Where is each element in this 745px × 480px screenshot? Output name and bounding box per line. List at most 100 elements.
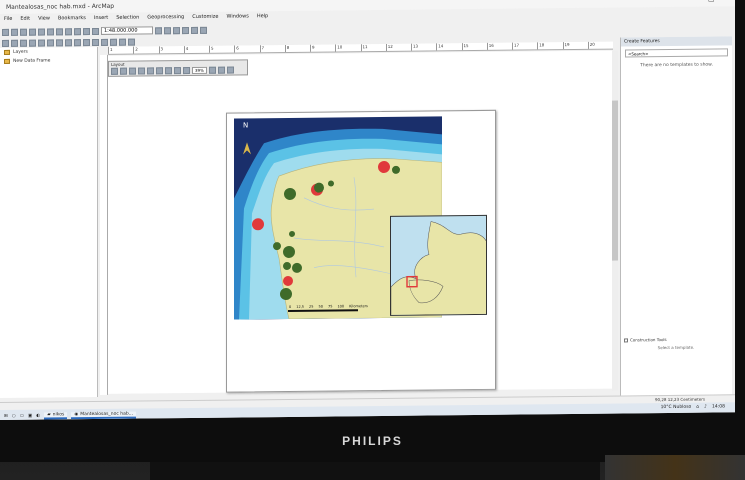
print-icon[interactable] [29, 28, 36, 36]
full-extent-icon[interactable] [29, 39, 36, 47]
search-icon[interactable] [182, 26, 189, 34]
hyperlink-icon[interactable] [128, 38, 135, 46]
construction-tools-toggle[interactable]: Construction Tools [624, 337, 667, 342]
go-forward-extent-icon[interactable] [183, 67, 190, 75]
inset-svg [390, 221, 487, 316]
cables [605, 455, 745, 480]
identify-icon[interactable] [101, 38, 108, 46]
task-view-icon[interactable]: ▭ [20, 413, 24, 418]
ruler-tick: 20 [587, 41, 613, 49]
python-icon[interactable] [200, 26, 207, 34]
inset-map-frame[interactable] [390, 214, 487, 316]
ruler-tick: 7 [259, 45, 285, 53]
fixed-zoom-out-icon[interactable] [47, 38, 54, 47]
clear-selection-icon[interactable] [83, 38, 90, 46]
add-data-icon[interactable] [92, 27, 99, 35]
layers-icon [4, 49, 10, 55]
zoom-out-icon[interactable] [11, 39, 18, 47]
zoom-in-icon[interactable] [2, 39, 9, 47]
ruler-tick: 18 [537, 42, 563, 50]
paste-icon[interactable] [56, 27, 63, 35]
catalog-icon[interactable] [173, 26, 180, 34]
ruler-tick: 19 [562, 41, 588, 50]
vertical-scrollbar[interactable] [612, 50, 618, 391]
select-elements-icon[interactable] [92, 38, 99, 46]
close-button[interactable]: ✕ [721, 0, 727, 2]
copy-icon[interactable] [47, 27, 54, 36]
template-search-dropdown[interactable]: <Search> [625, 48, 728, 58]
taskbar-app-label: nikos [52, 411, 65, 417]
menu-bookmarks[interactable]: Bookmarks [58, 15, 86, 25]
measure-icon[interactable] [119, 38, 126, 46]
fixed-zoom-out-icon[interactable] [165, 67, 172, 75]
fixed-zoom-in-icon[interactable] [38, 39, 45, 47]
menu-view[interactable]: View [38, 15, 50, 25]
arctoolbox-icon[interactable] [191, 26, 198, 34]
layout-zoom-in-icon[interactable] [111, 67, 118, 75]
menu-file[interactable]: File [4, 16, 12, 26]
fixed-zoom-in-icon[interactable] [156, 67, 163, 75]
scale-tick: 25 [309, 304, 314, 309]
select-features-icon[interactable] [74, 38, 81, 46]
volume-icon[interactable]: ♪ [704, 405, 707, 410]
taskbar-app-nikos[interactable]: ▰ nikos [44, 411, 68, 420]
zoom-whole-page-icon[interactable] [138, 67, 145, 75]
find-icon[interactable] [110, 38, 117, 46]
scale-tick: 12,5 [296, 304, 305, 309]
cut-icon[interactable] [38, 28, 45, 36]
forward-icon[interactable] [65, 38, 72, 46]
explorer-icon[interactable]: ▣ [28, 413, 32, 418]
menu-edit[interactable]: Edit [20, 16, 30, 26]
menu-help[interactable]: Help [257, 13, 268, 23]
search-icon[interactable]: ○ [12, 413, 16, 418]
network-icon[interactable]: ⌂ [696, 405, 699, 410]
editor-icon[interactable] [155, 26, 162, 34]
scrollbar-thumb[interactable] [612, 100, 618, 261]
folder-icon: ▰ [47, 411, 51, 418]
cursor-coordinates: 90,28 12,23 Centimeters [654, 396, 705, 403]
pan-icon[interactable] [20, 39, 27, 47]
menu-windows[interactable]: Windows [226, 13, 248, 23]
layout-zoom-select[interactable]: 39% [192, 66, 207, 74]
scale-tick: 100 [337, 304, 345, 309]
open-icon[interactable] [11, 28, 18, 36]
construction-tools-label: Construction Tools [630, 337, 667, 343]
ruler-tick: 15 [461, 42, 487, 51]
start-button[interactable]: ⊞ [4, 413, 8, 418]
layout-pan-icon[interactable] [129, 67, 136, 75]
menu-customize[interactable]: Customize [192, 14, 218, 24]
clock[interactable]: 14:08 [712, 404, 725, 409]
back-icon[interactable] [56, 38, 63, 46]
taskbar-app-arcmap[interactable]: ◉ Mantealosas_noc hab... [71, 411, 136, 419]
change-layout-icon[interactable] [226, 66, 234, 74]
weather-widget[interactable]: 10°C Nubloso [661, 405, 692, 410]
minimize-button[interactable]: – [695, 0, 699, 3]
go-back-extent-icon[interactable] [174, 67, 181, 75]
undo-icon[interactable] [74, 27, 81, 35]
menu-selection[interactable]: Selection [116, 15, 139, 25]
toggle-draft-icon[interactable] [208, 66, 216, 74]
scale-tick: 0 [289, 304, 292, 309]
scale-tick: 75 [327, 304, 333, 309]
delete-icon[interactable] [65, 27, 72, 35]
menu-insert[interactable]: Insert [94, 15, 108, 25]
maximize-button[interactable]: □ [708, 0, 715, 3]
inset-land [390, 221, 487, 316]
toc-item-new-data-frame[interactable]: New Data Frame [0, 56, 97, 66]
menu-geoprocessing[interactable]: Geoprocessing [147, 14, 184, 24]
map-scale-input[interactable]: 1:48.000.000 [101, 26, 153, 35]
edge-icon[interactable]: ◐ [36, 413, 40, 418]
zoom-100-icon[interactable] [147, 67, 154, 75]
ruler-tick: 4 [183, 45, 209, 54]
toc-icon[interactable] [164, 26, 171, 34]
ruler-tick: 6 [234, 45, 260, 53]
ruler-tick: 16 [486, 42, 512, 50]
redo-icon[interactable] [83, 27, 90, 35]
layout-zoom-out-icon[interactable] [120, 67, 127, 75]
monitor-brand: PHILIPS [342, 434, 403, 448]
ruler-tick: 9 [310, 44, 336, 52]
focus-frame-icon[interactable] [217, 66, 225, 74]
layout-toolbar: Layout 39% [108, 59, 248, 77]
save-icon[interactable] [20, 28, 27, 36]
new-icon[interactable] [2, 28, 9, 36]
